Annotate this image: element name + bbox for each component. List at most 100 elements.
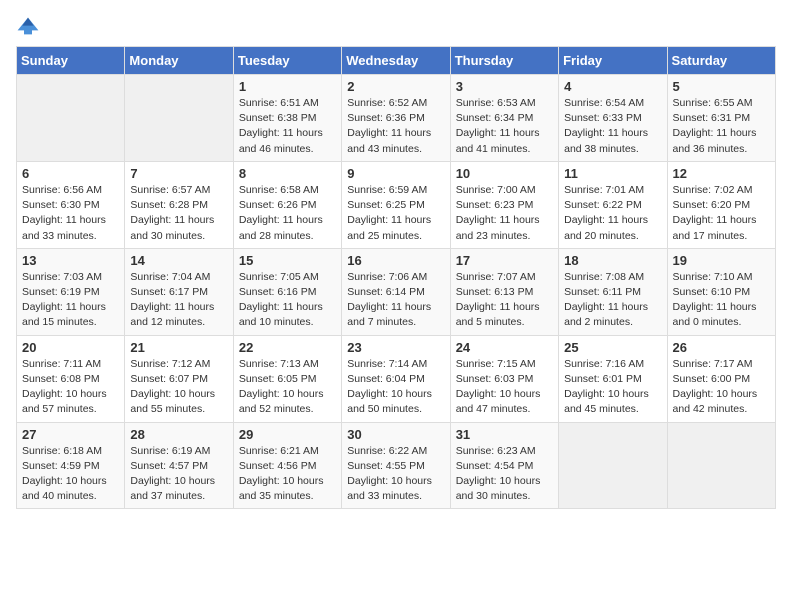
calendar-cell: 17 Sunrise: 7:07 AM Sunset: 6:13 PM Dayl… (450, 248, 558, 335)
calendar-cell: 2 Sunrise: 6:52 AM Sunset: 6:36 PM Dayli… (342, 75, 450, 162)
day-info: Sunrise: 6:59 AM Sunset: 6:25 PM Dayligh… (347, 183, 444, 244)
calendar-cell: 31 Sunrise: 6:23 AM Sunset: 4:54 PM Dayl… (450, 422, 558, 509)
sunrise-label: Sunrise: 6:53 AM (456, 97, 536, 109)
sunrise-label: Sunrise: 6:52 AM (347, 97, 427, 109)
calendar-cell: 30 Sunrise: 6:22 AM Sunset: 4:55 PM Dayl… (342, 422, 450, 509)
sunrise-label: Sunrise: 6:51 AM (239, 97, 319, 109)
day-info: Sunrise: 7:03 AM Sunset: 6:19 PM Dayligh… (22, 270, 119, 331)
sunrise-label: Sunrise: 7:12 AM (130, 358, 210, 370)
calendar-cell: 28 Sunrise: 6:19 AM Sunset: 4:57 PM Dayl… (125, 422, 233, 509)
sunset-label: Sunset: 6:04 PM (347, 373, 425, 385)
day-info: Sunrise: 6:53 AM Sunset: 6:34 PM Dayligh… (456, 96, 553, 157)
sunrise-label: Sunrise: 7:00 AM (456, 184, 536, 196)
day-number: 2 (347, 79, 444, 94)
sunrise-label: Sunrise: 6:55 AM (673, 97, 753, 109)
day-number: 25 (564, 340, 661, 355)
daylight-label: Daylight: 11 hours and 41 minutes. (456, 127, 540, 154)
daylight-label: Daylight: 11 hours and 28 minutes. (239, 214, 323, 241)
day-header-friday: Friday (559, 47, 667, 75)
daylight-label: Daylight: 10 hours and 52 minutes. (239, 388, 324, 415)
day-number: 30 (347, 427, 444, 442)
day-info: Sunrise: 7:16 AM Sunset: 6:01 PM Dayligh… (564, 357, 661, 418)
day-info: Sunrise: 6:55 AM Sunset: 6:31 PM Dayligh… (673, 96, 770, 157)
day-number: 6 (22, 166, 119, 181)
calendar-cell: 5 Sunrise: 6:55 AM Sunset: 6:31 PM Dayli… (667, 75, 775, 162)
calendar-cell: 9 Sunrise: 6:59 AM Sunset: 6:25 PM Dayli… (342, 161, 450, 248)
calendar-cell: 29 Sunrise: 6:21 AM Sunset: 4:56 PM Dayl… (233, 422, 341, 509)
sunset-label: Sunset: 6:28 PM (130, 199, 208, 211)
day-number: 26 (673, 340, 770, 355)
sunrise-label: Sunrise: 7:15 AM (456, 358, 536, 370)
day-info: Sunrise: 7:12 AM Sunset: 6:07 PM Dayligh… (130, 357, 227, 418)
calendar-cell: 12 Sunrise: 7:02 AM Sunset: 6:20 PM Dayl… (667, 161, 775, 248)
sunrise-label: Sunrise: 7:07 AM (456, 271, 536, 283)
calendar-table: SundayMondayTuesdayWednesdayThursdayFrid… (16, 46, 776, 509)
day-number: 7 (130, 166, 227, 181)
sunrise-label: Sunrise: 7:01 AM (564, 184, 644, 196)
sunrise-label: Sunrise: 6:22 AM (347, 445, 427, 457)
day-number: 22 (239, 340, 336, 355)
sunset-label: Sunset: 4:59 PM (22, 460, 100, 472)
sunrise-label: Sunrise: 7:17 AM (673, 358, 753, 370)
sunrise-label: Sunrise: 6:23 AM (456, 445, 536, 457)
calendar-week-row: 20 Sunrise: 7:11 AM Sunset: 6:08 PM Dayl… (17, 335, 776, 422)
sunset-label: Sunset: 4:56 PM (239, 460, 317, 472)
calendar-cell: 14 Sunrise: 7:04 AM Sunset: 6:17 PM Dayl… (125, 248, 233, 335)
calendar-week-row: 27 Sunrise: 6:18 AM Sunset: 4:59 PM Dayl… (17, 422, 776, 509)
daylight-label: Daylight: 10 hours and 45 minutes. (564, 388, 649, 415)
day-info: Sunrise: 7:07 AM Sunset: 6:13 PM Dayligh… (456, 270, 553, 331)
day-header-wednesday: Wednesday (342, 47, 450, 75)
page-header (16, 16, 776, 36)
sunset-label: Sunset: 6:03 PM (456, 373, 534, 385)
day-number: 20 (22, 340, 119, 355)
sunset-label: Sunset: 6:36 PM (347, 112, 425, 124)
day-number: 11 (564, 166, 661, 181)
day-info: Sunrise: 7:06 AM Sunset: 6:14 PM Dayligh… (347, 270, 444, 331)
sunset-label: Sunset: 6:00 PM (673, 373, 751, 385)
calendar-cell: 7 Sunrise: 6:57 AM Sunset: 6:28 PM Dayli… (125, 161, 233, 248)
sunset-label: Sunset: 6:19 PM (22, 286, 100, 298)
daylight-label: Daylight: 11 hours and 5 minutes. (456, 301, 540, 328)
day-number: 31 (456, 427, 553, 442)
calendar-cell: 22 Sunrise: 7:13 AM Sunset: 6:05 PM Dayl… (233, 335, 341, 422)
daylight-label: Daylight: 11 hours and 38 minutes. (564, 127, 648, 154)
day-number: 16 (347, 253, 444, 268)
day-number: 3 (456, 79, 553, 94)
day-info: Sunrise: 6:22 AM Sunset: 4:55 PM Dayligh… (347, 444, 444, 505)
day-number: 15 (239, 253, 336, 268)
day-info: Sunrise: 7:11 AM Sunset: 6:08 PM Dayligh… (22, 357, 119, 418)
calendar-cell: 3 Sunrise: 6:53 AM Sunset: 6:34 PM Dayli… (450, 75, 558, 162)
sunrise-label: Sunrise: 7:06 AM (347, 271, 427, 283)
day-info: Sunrise: 6:54 AM Sunset: 6:33 PM Dayligh… (564, 96, 661, 157)
daylight-label: Daylight: 11 hours and 23 minutes. (456, 214, 540, 241)
sunset-label: Sunset: 6:25 PM (347, 199, 425, 211)
calendar-cell: 1 Sunrise: 6:51 AM Sunset: 6:38 PM Dayli… (233, 75, 341, 162)
day-info: Sunrise: 7:01 AM Sunset: 6:22 PM Dayligh… (564, 183, 661, 244)
day-info: Sunrise: 7:17 AM Sunset: 6:00 PM Dayligh… (673, 357, 770, 418)
sunset-label: Sunset: 6:05 PM (239, 373, 317, 385)
calendar-cell: 15 Sunrise: 7:05 AM Sunset: 6:16 PM Dayl… (233, 248, 341, 335)
calendar-cell: 4 Sunrise: 6:54 AM Sunset: 6:33 PM Dayli… (559, 75, 667, 162)
calendar-week-row: 6 Sunrise: 6:56 AM Sunset: 6:30 PM Dayli… (17, 161, 776, 248)
day-info: Sunrise: 6:57 AM Sunset: 6:28 PM Dayligh… (130, 183, 227, 244)
daylight-label: Daylight: 11 hours and 33 minutes. (22, 214, 106, 241)
day-info: Sunrise: 6:21 AM Sunset: 4:56 PM Dayligh… (239, 444, 336, 505)
sunset-label: Sunset: 6:17 PM (130, 286, 208, 298)
daylight-label: Daylight: 11 hours and 10 minutes. (239, 301, 323, 328)
day-number: 24 (456, 340, 553, 355)
day-info: Sunrise: 7:13 AM Sunset: 6:05 PM Dayligh… (239, 357, 336, 418)
day-number: 1 (239, 79, 336, 94)
logo-icon (16, 16, 40, 36)
calendar-cell: 27 Sunrise: 6:18 AM Sunset: 4:59 PM Dayl… (17, 422, 125, 509)
sunset-label: Sunset: 6:13 PM (456, 286, 534, 298)
day-info: Sunrise: 7:02 AM Sunset: 6:20 PM Dayligh… (673, 183, 770, 244)
daylight-label: Daylight: 11 hours and 0 minutes. (673, 301, 757, 328)
day-number: 27 (22, 427, 119, 442)
sunrise-label: Sunrise: 7:05 AM (239, 271, 319, 283)
calendar-week-row: 13 Sunrise: 7:03 AM Sunset: 6:19 PM Dayl… (17, 248, 776, 335)
day-number: 18 (564, 253, 661, 268)
day-info: Sunrise: 6:23 AM Sunset: 4:54 PM Dayligh… (456, 444, 553, 505)
day-number: 21 (130, 340, 227, 355)
day-number: 9 (347, 166, 444, 181)
daylight-label: Daylight: 11 hours and 2 minutes. (564, 301, 648, 328)
